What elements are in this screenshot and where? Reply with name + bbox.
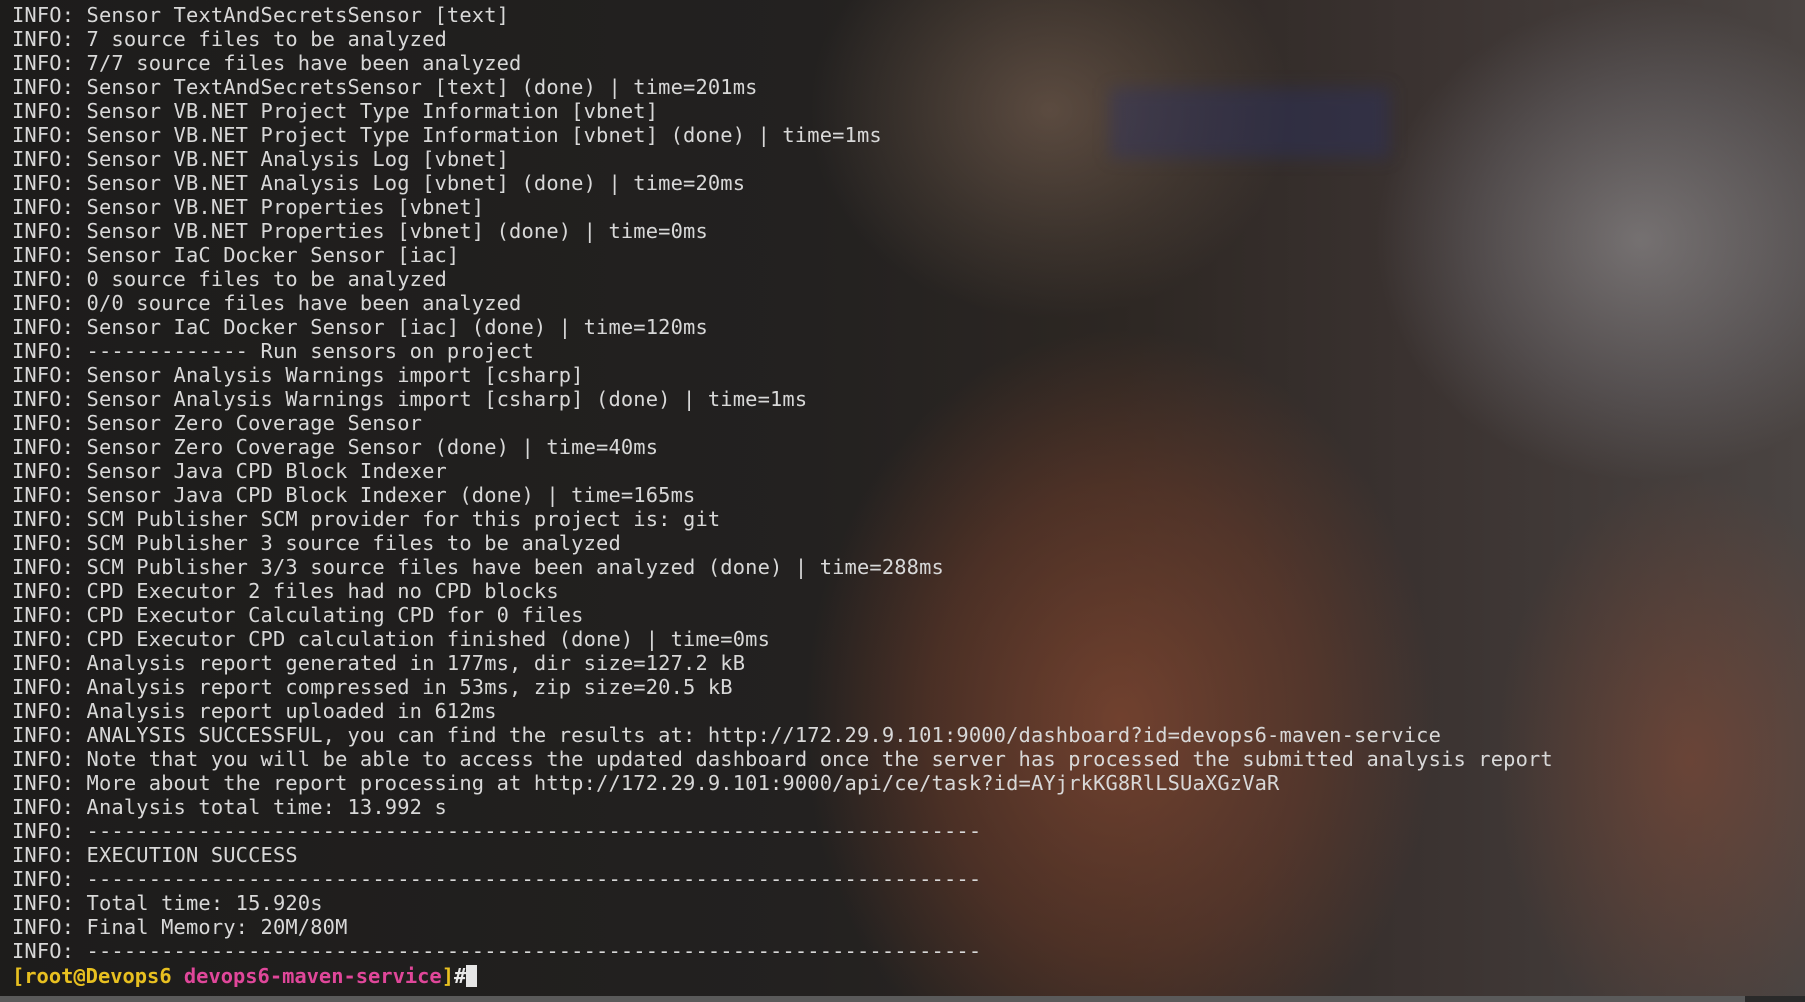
terminal-line-separator: INFO: ----------------------------------…: [12, 867, 982, 891]
prompt-host: Devops6: [85, 964, 172, 988]
terminal-line: INFO: 7 source files to be analyzed: [12, 27, 447, 51]
prompt-at: @: [73, 964, 86, 988]
terminal-line: INFO: ------------- Run sensors on proje…: [12, 339, 534, 363]
terminal-line: INFO: Sensor Analysis Warnings import [c…: [12, 363, 584, 387]
terminal-line: INFO: CPD Executor CPD calculation finis…: [12, 627, 770, 651]
terminal-line: INFO: Sensor VB.NET Properties [vbnet] (…: [12, 219, 708, 243]
terminal-line: INFO: Analysis total time: 13.992 s: [12, 795, 447, 819]
terminal-line: INFO: Total time: 15.920s: [12, 891, 323, 915]
terminal-line: INFO: CPD Executor Calculating CPD for 0…: [12, 603, 584, 627]
prompt-symbol: #: [453, 964, 467, 988]
terminal-line: INFO: Sensor IaC Docker Sensor [iac]: [12, 243, 460, 267]
terminal-line: INFO: Sensor VB.NET Analysis Log [vbnet]: [12, 147, 510, 171]
terminal-line: INFO: Sensor VB.NET Analysis Log [vbnet]…: [12, 171, 746, 195]
prompt-path: devops6-maven-service: [183, 964, 442, 988]
text-cursor[interactable]: [466, 965, 478, 987]
horizontal-scrollbar[interactable]: [0, 996, 1805, 1002]
terminal-line: INFO: SCM Publisher SCM provider for thi…: [12, 507, 721, 531]
terminal-line: INFO: Sensor Zero Coverage Sensor: [12, 411, 423, 435]
terminal-line: INFO: Final Memory: 20M/80M: [12, 915, 348, 939]
terminal-output-area[interactable]: INFO: Sensor TextAndSecretsSensor [text]…: [0, 0, 1805, 1002]
terminal-line: INFO: Sensor IaC Docker Sensor [iac] (do…: [12, 315, 708, 339]
terminal-line: INFO: Sensor Java CPD Block Indexer (don…: [12, 483, 696, 507]
terminal-line: INFO: Analysis report uploaded in 612ms: [12, 699, 497, 723]
terminal-line: INFO: Analysis report compressed in 53ms…: [12, 675, 733, 699]
terminal-line: INFO: Sensor VB.NET Project Type Informa…: [12, 99, 659, 123]
terminal-line-task-url[interactable]: INFO: More about the report processing a…: [12, 771, 1805, 795]
prompt-close-bracket: ]: [441, 964, 454, 988]
terminal-line: INFO: Sensor Zero Coverage Sensor (done)…: [12, 435, 659, 459]
terminal-line: INFO: Analysis report generated in 177ms…: [12, 651, 746, 675]
terminal-line: INFO: Sensor VB.NET Project Type Informa…: [12, 123, 882, 147]
terminal-line: INFO: SCM Publisher 3/3 source files hav…: [12, 555, 944, 579]
terminal-line: INFO: Sensor TextAndSecretsSensor [text]: [12, 3, 510, 27]
terminal-line: INFO: 7/7 source files have been analyze…: [12, 51, 522, 75]
terminal-line-execution-status: INFO: EXECUTION SUCCESS: [12, 843, 298, 867]
terminal-line: INFO: CPD Executor 2 files had no CPD bl…: [12, 579, 559, 603]
terminal-line: INFO: Sensor TextAndSecretsSensor [text]…: [12, 75, 758, 99]
horizontal-scrollbar-thumb[interactable]: [0, 996, 1745, 1002]
terminal-line-separator: INFO: ----------------------------------…: [12, 939, 982, 963]
terminal-line: INFO: Sensor VB.NET Properties [vbnet]: [12, 195, 485, 219]
shell-prompt[interactable]: [root@Devops6 devops6-maven-service]#: [12, 963, 1805, 989]
terminal-line-dashboard-url[interactable]: INFO: ANALYSIS SUCCESSFUL, you can find …: [12, 723, 1805, 747]
terminal-line: INFO: SCM Publisher 3 source files to be…: [12, 531, 621, 555]
terminal-line: INFO: 0 source files to be analyzed: [12, 267, 447, 291]
terminal-line-separator: INFO: ----------------------------------…: [12, 819, 982, 843]
terminal-line: INFO: Sensor Analysis Warnings import [c…: [12, 387, 808, 411]
terminal-line: INFO: 0/0 source files have been analyze…: [12, 291, 522, 315]
terminal-line: INFO: Sensor Java CPD Block Indexer: [12, 459, 447, 483]
prompt-user: root: [24, 964, 74, 988]
terminal-line: INFO: Note that you will be able to acce…: [12, 747, 1553, 771]
prompt-open-bracket: [: [12, 964, 25, 988]
